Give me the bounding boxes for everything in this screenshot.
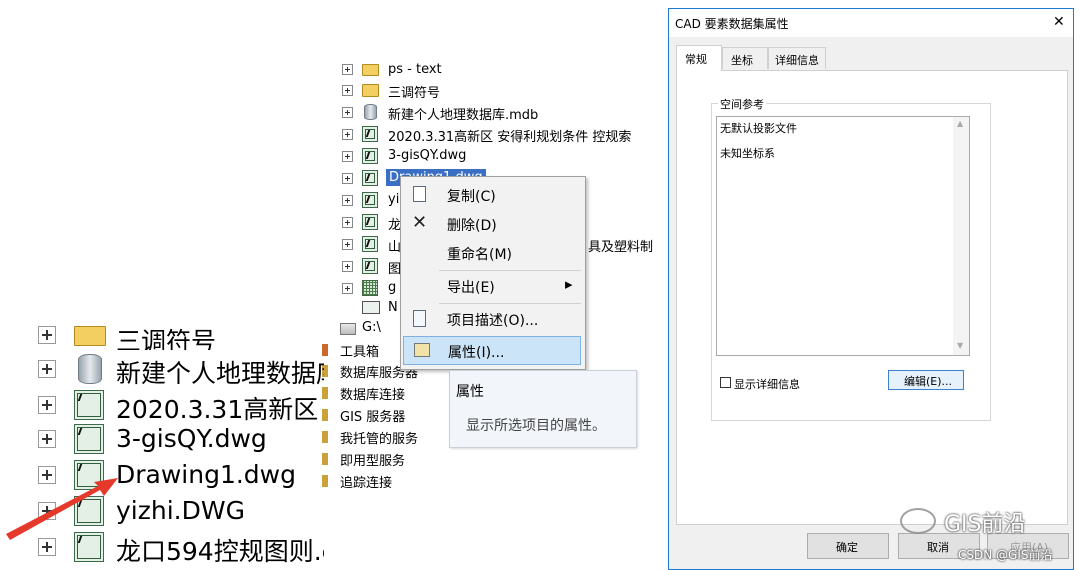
cad-dataset-icon	[362, 258, 378, 274]
cad-feature-dataset-properties-dialog: CAD 要素数据集属性 ✕ 常规 坐标 详细信息 空间参考 无默认投影文件 未知…	[668, 8, 1074, 570]
copy-icon	[413, 186, 426, 202]
expand-icon[interactable]	[342, 129, 353, 140]
wechat-icon	[900, 508, 936, 534]
tooltip-body: 显示所选项目的属性。	[466, 418, 606, 434]
menu-item-delete[interactable]: ✕ 删除(D)	[401, 209, 585, 239]
item-description-icon	[413, 310, 426, 327]
tree-row[interactable]: 3-gisQY.dwg	[38, 422, 324, 456]
expand-icon[interactable]	[38, 326, 56, 344]
tab-details[interactable]: 详细信息	[768, 47, 826, 69]
watermark-brand: GIS前沿	[944, 512, 1026, 537]
show-details-checkbox[interactable]	[720, 377, 731, 388]
expand-icon[interactable]	[38, 396, 56, 414]
delete-icon: ✕	[412, 212, 428, 233]
list-item[interactable]: 即用型服务	[322, 449, 452, 469]
properties-icon	[414, 343, 430, 357]
raster-icon	[362, 280, 378, 296]
expand-icon[interactable]	[342, 107, 353, 118]
annotation-arrow-icon	[6, 478, 118, 540]
scroll-up-icon[interactable]: ▲	[957, 119, 963, 128]
group-label: 空间参考	[718, 96, 766, 112]
dialog-title: CAD 要素数据集属性	[675, 17, 789, 31]
tree-row[interactable]: N	[342, 299, 402, 317]
tree-row[interactable]: 三调符号	[38, 318, 318, 350]
cad-dataset-icon	[362, 214, 378, 230]
menu-item-rename[interactable]: 重命名(M)	[401, 238, 585, 268]
cad-dataset-icon	[362, 148, 378, 164]
expand-icon[interactable]	[342, 173, 353, 184]
database-icon	[78, 354, 102, 384]
tab-panel: 空间参考 无默认投影文件 未知坐标系 ▲ ▼ 显示详细信息 编辑(E)...	[676, 70, 1068, 525]
cad-dataset-icon	[362, 170, 378, 186]
menu-item-copy[interactable]: 复制(C)	[401, 180, 585, 210]
spatial-reference-group: 空间参考 无默认投影文件 未知坐标系 ▲ ▼ 显示详细信息 编辑(E)...	[711, 96, 991, 421]
cad-dataset-icon	[362, 236, 378, 252]
expand-icon[interactable]	[342, 85, 353, 96]
expand-icon[interactable]	[38, 430, 56, 448]
menu-item-properties[interactable]: 属性(I)...	[403, 336, 581, 365]
folder-icon	[362, 64, 379, 76]
tree-row[interactable]: 2020.3.31高新区 安	[38, 388, 324, 422]
expand-icon[interactable]	[342, 261, 353, 272]
cad-dataset-icon	[362, 126, 378, 142]
menu-item-export[interactable]: 导出(E) ▸	[401, 271, 585, 301]
dialog-title-bar: CAD 要素数据集属性 ✕	[669, 9, 1073, 37]
tree-row[interactable]: 三调符号	[342, 81, 562, 101]
tree-row[interactable]: ps - text	[342, 62, 462, 76]
expand-icon[interactable]	[38, 360, 56, 378]
tooltip-title: 属性	[456, 384, 484, 400]
tree-row[interactable]: 龙	[342, 213, 402, 233]
cad-dataset-icon	[74, 424, 104, 454]
edit-button[interactable]: 编辑(E)...	[888, 370, 964, 390]
list-item[interactable]: 我托管的服务	[322, 427, 452, 447]
truncated-row-text: 具及塑料制	[588, 240, 654, 255]
folder-icon	[74, 326, 106, 346]
expand-icon[interactable]	[342, 217, 353, 228]
drive-icon	[340, 323, 356, 335]
list-item[interactable]: 数据库连接	[322, 383, 452, 403]
menu-item-item-description[interactable]: 项目描述(O)...	[401, 304, 585, 334]
drive-row[interactable]: G:\	[336, 320, 406, 338]
tree-row[interactable]: 新建个人地理数据库.mdb	[342, 103, 602, 123]
expand-icon[interactable]	[342, 151, 353, 162]
list-item[interactable]: 追踪连接	[322, 471, 452, 491]
ok-button[interactable]: 确定	[807, 533, 889, 559]
close-icon[interactable]: ✕	[1053, 14, 1065, 30]
vertical-scrollbar[interactable]: ▲ ▼	[953, 117, 969, 355]
expand-icon[interactable]	[38, 538, 56, 556]
tree-row[interactable]: 2020.3.31高新区 安得利规划条件 控规索	[342, 125, 656, 143]
tree-row[interactable]: yi	[342, 191, 402, 209]
network-icon	[362, 301, 380, 314]
cad-dataset-icon	[362, 192, 378, 208]
tooltip: 属性 显示所选项目的属性。	[449, 370, 637, 448]
tree-row[interactable]: 3-gisQY.dwg	[342, 147, 542, 165]
show-details-label: 显示详细信息	[734, 378, 800, 391]
submenu-arrow-icon: ▸	[565, 275, 573, 293]
cad-dataset-icon	[74, 390, 104, 420]
expand-icon[interactable]	[342, 64, 353, 75]
tab-general[interactable]: 常规	[676, 45, 722, 71]
tree-row[interactable]: 图	[342, 257, 402, 277]
database-icon	[364, 104, 377, 120]
list-item[interactable]: GIS 服务器	[322, 405, 452, 425]
scroll-down-icon[interactable]: ▼	[957, 341, 963, 350]
spatial-reference-textbox[interactable]: 无默认投影文件 未知坐标系 ▲ ▼	[716, 116, 970, 356]
folder-icon	[362, 84, 379, 97]
tab-coordinates[interactable]: 坐标	[722, 47, 768, 69]
expand-icon[interactable]	[342, 195, 353, 206]
tree-row[interactable]: 新建个人地理数据库	[38, 352, 324, 386]
expand-icon[interactable]	[342, 283, 353, 294]
tree-row[interactable]: g	[342, 279, 402, 297]
expand-icon[interactable]	[342, 239, 353, 250]
tree-row[interactable]: 山	[342, 235, 402, 255]
context-menu: 复制(C) ✕ 删除(D) 重命名(M) 导出(E) ▸ 项目描述(O)... …	[400, 176, 586, 370]
watermark-credit: CSDN @GIS前沿	[958, 548, 1053, 562]
